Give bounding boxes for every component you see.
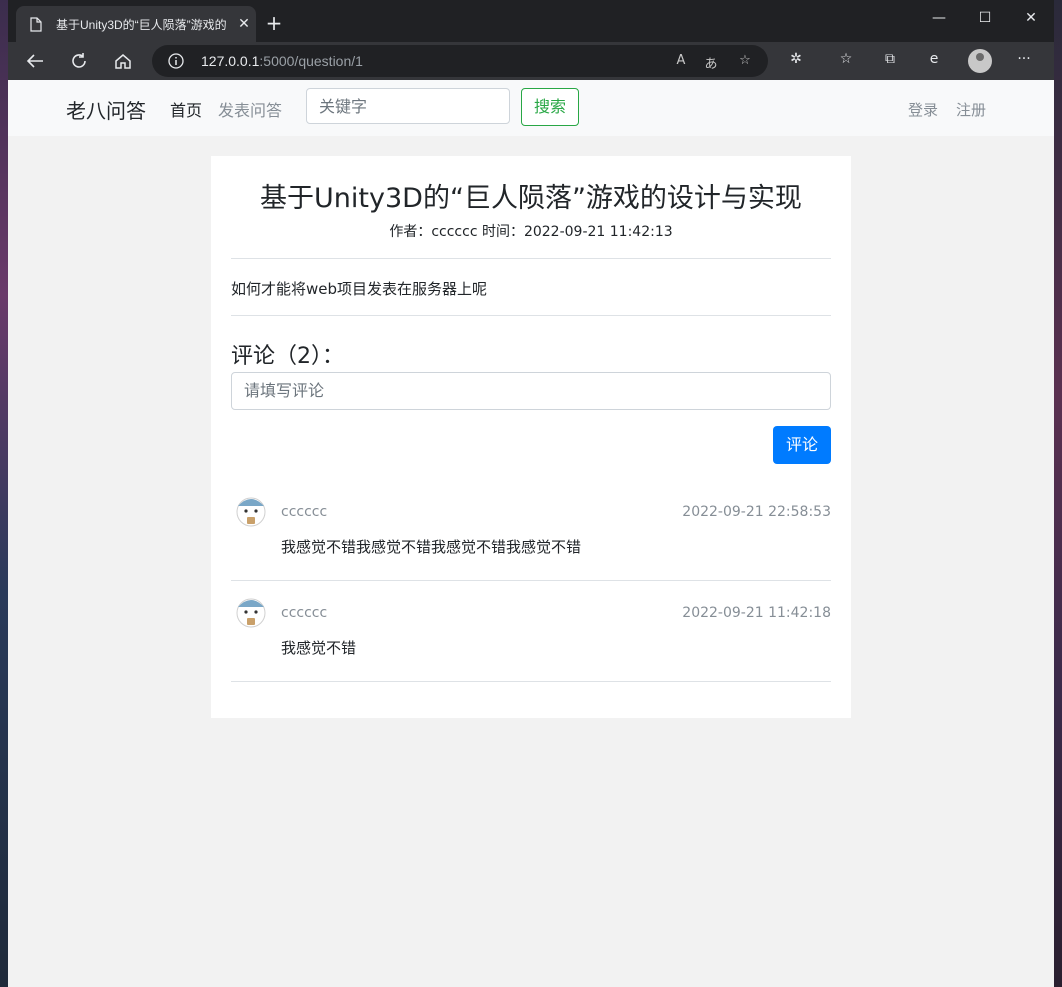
question-content: 如何才能将web项目发表在服务器上呢 — [231, 280, 488, 298]
tab-title: 基于Unity3D的“巨人陨落”游戏的 — [56, 17, 227, 32]
minimize-icon[interactable]: — — [924, 10, 954, 26]
comment-input[interactable]: 请填写评论 — [231, 372, 831, 410]
login-link[interactable]: 登录 — [908, 99, 938, 120]
comment-username: cccccc — [281, 605, 328, 621]
search-button[interactable]: 搜索 — [521, 88, 579, 126]
divider — [231, 580, 831, 581]
site-navbar: 老八问答 首页 发表问答 关键字 搜索 登录 注册 — [8, 80, 1054, 136]
comment-text: 我感觉不错我感觉不错我感觉不错我感觉不错 — [281, 538, 582, 556]
nav-link-post-question[interactable]: 发表问答 — [218, 97, 282, 121]
add-favorite-icon[interactable]: ☆ — [736, 53, 754, 69]
close-window-icon[interactable]: ✕ — [1016, 10, 1046, 26]
divider — [231, 681, 831, 682]
extensions-icon[interactable]: ✲ — [786, 51, 806, 71]
comments-heading: 评论（2）： — [231, 344, 344, 369]
collections-icon[interactable]: ⧉ — [880, 51, 900, 71]
search-input[interactable]: 关键字 — [306, 88, 510, 124]
translate-icon[interactable]: あ — [702, 53, 720, 72]
more-menu-icon[interactable]: ··· — [1014, 51, 1034, 71]
url-path: :5000/question/1 — [259, 53, 363, 69]
desktop-background-right — [1054, 0, 1062, 987]
nav-link-home[interactable]: 首页 — [170, 97, 202, 121]
comment-time: 2022-09-21 22:58:53 — [682, 504, 831, 520]
profile-avatar-icon[interactable] — [968, 49, 992, 73]
browser-window: 基于Unity3D的“巨人陨落”游戏的 ✕ + — ☐ ✕ 127.0.0.1:… — [8, 0, 1054, 987]
desktop-background-left — [0, 0, 8, 987]
comment-item: cccccc 2022-09-21 22:58:53 我感觉不错我感觉不错我感觉… — [231, 492, 831, 592]
question-meta: 作者：cccccc 时间：2022-09-21 11:42:13 — [389, 224, 673, 240]
register-link[interactable]: 注册 — [956, 99, 986, 120]
submit-comment-button[interactable]: 评论 — [773, 426, 831, 464]
site-brand[interactable]: 老八问答 — [66, 95, 146, 124]
tab-strip: 基于Unity3D的“巨人陨落”游戏的 ✕ + — ☐ ✕ — [8, 0, 1054, 42]
url-host: 127.0.0.1 — [201, 53, 260, 69]
avatar — [236, 598, 266, 628]
divider — [231, 315, 831, 316]
close-tab-icon[interactable]: ✕ — [236, 16, 252, 32]
comment-username: cccccc — [281, 504, 328, 520]
avatar — [236, 497, 266, 527]
comment-text: 我感觉不错 — [281, 639, 357, 657]
question-card: 基于Unity3D的“巨人陨落”游戏的设计与实现 作者：cccccc 时间：20… — [211, 156, 851, 718]
favorites-icon[interactable]: ☆ — [836, 51, 856, 71]
maximize-icon[interactable]: ☐ — [970, 10, 1000, 26]
back-icon[interactable] — [24, 50, 46, 72]
browser-toolbar: 127.0.0.1:5000/question/1 A あ ☆ ✲ ☆ ⧉ e … — [8, 42, 1054, 80]
question-title: 基于Unity3D的“巨人陨落”游戏的设计与实现 — [260, 183, 802, 214]
new-tab-icon[interactable]: + — [262, 12, 286, 36]
comment-item: cccccc 2022-09-21 11:42:18 我感觉不错 — [231, 593, 831, 693]
divider — [231, 258, 831, 259]
browser-tab-active[interactable]: 基于Unity3D的“巨人陨落”游戏的 ✕ — [16, 6, 256, 42]
url-text: 127.0.0.1:5000/question/1 — [201, 53, 363, 69]
address-bar[interactable]: 127.0.0.1:5000/question/1 A あ ☆ — [152, 45, 768, 77]
read-aloud-icon[interactable]: A — [672, 53, 690, 69]
ie-mode-icon[interactable]: e — [924, 51, 944, 71]
home-icon[interactable] — [112, 50, 134, 72]
page-icon — [30, 16, 44, 32]
comment-time: 2022-09-21 11:42:18 — [682, 605, 831, 621]
reload-icon[interactable] — [68, 50, 90, 72]
site-info-icon[interactable] — [168, 53, 184, 69]
